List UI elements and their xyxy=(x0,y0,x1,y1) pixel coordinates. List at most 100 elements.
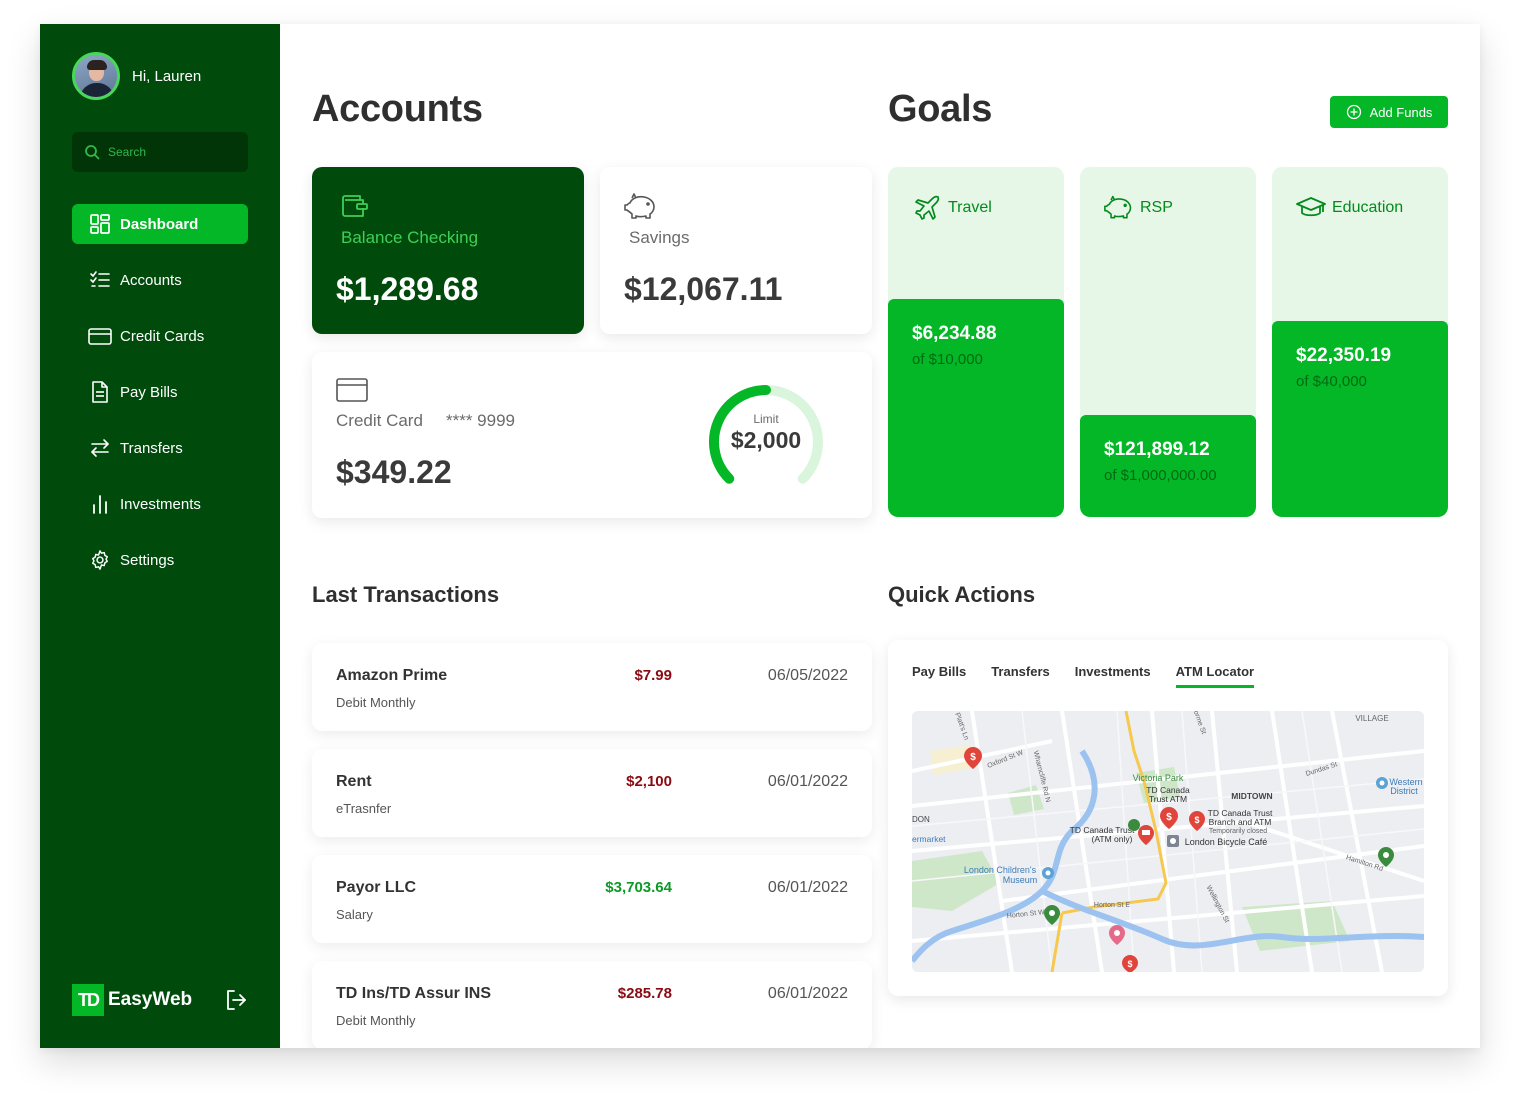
sidebar-item-dashboard[interactable]: Dashboard xyxy=(72,204,248,244)
limit-value: $2,000 xyxy=(730,427,802,453)
plus-circle-icon xyxy=(1346,104,1362,120)
dashboard-icon xyxy=(88,212,112,236)
savings-amount: $12,067.11 xyxy=(624,271,783,307)
map-label-western: District xyxy=(1390,786,1418,796)
tab-atm-locator[interactable]: ATM Locator xyxy=(1175,664,1255,688)
transaction-date: 06/01/2022 xyxy=(767,879,848,896)
user-profile[interactable]: Hi, Lauren xyxy=(72,52,201,100)
list-check-icon xyxy=(88,268,112,292)
bicycle-pin[interactable] xyxy=(1167,835,1179,847)
map-label-branch: Temporarily closed xyxy=(1209,828,1267,835)
goal-progress-fill: $121,899.12 of $1,000,000.00 xyxy=(1080,415,1256,517)
goal-name: Education xyxy=(1332,199,1404,216)
savings-card[interactable]: Savings $12,067.11 xyxy=(600,167,872,334)
credit-card-card[interactable]: Credit Card **** 9999 $349.22 Limit $2,0… xyxy=(312,352,872,518)
transaction-amount: $2,100 xyxy=(626,773,672,790)
sidebar-item-pay-bills[interactable]: Pay Bills xyxy=(72,372,248,412)
goal-progress-fill: $6,234.88 of $10,000 xyxy=(888,299,1064,517)
western-pin[interactable] xyxy=(1376,777,1388,789)
museum-pin[interactable] xyxy=(1042,867,1054,879)
goal-card-rsp[interactable]: RSP $121,899.12 of $1,000,000.00 xyxy=(1080,167,1256,517)
map-label-market: ermarket xyxy=(912,834,946,844)
logout-icon xyxy=(227,990,246,1010)
svg-text:$: $ xyxy=(1127,959,1132,969)
goal-card-travel[interactable]: Travel $6,234.88 of $10,000 xyxy=(888,167,1064,517)
td-logo: TD xyxy=(72,984,104,1016)
search-input[interactable] xyxy=(108,145,238,159)
checking-amount: $1,289.68 xyxy=(336,271,479,307)
app-window: Hi, Lauren Dashboard xyxy=(40,24,1480,1048)
credit-card-icon xyxy=(88,324,112,348)
avatar[interactable] xyxy=(72,52,120,100)
map-label-horton: Horton St E xyxy=(1094,902,1131,909)
tab-investments[interactable]: Investments xyxy=(1075,664,1151,688)
add-funds-label: Add Funds xyxy=(1369,104,1433,120)
tab-transfers[interactable]: Transfers xyxy=(991,664,1050,688)
sidebar-item-credit-cards[interactable]: Credit Cards xyxy=(72,316,248,356)
sidebar-item-label: Transfers xyxy=(120,439,183,457)
transaction-row[interactable]: TD Ins/TD Assur INS Debit Monthly $285.7… xyxy=(312,961,872,1048)
goal-target: of $1,000,000.00 xyxy=(1104,467,1217,484)
map-label-victoria-park: Victoria Park xyxy=(1133,773,1184,783)
logout-button[interactable] xyxy=(224,988,248,1012)
transaction-type: Salary xyxy=(336,907,373,922)
transaction-name: Rent xyxy=(336,773,372,790)
user-greeting: Hi, Lauren xyxy=(132,67,202,85)
quick-actions-tabs: Pay Bills Transfers Investments ATM Loca… xyxy=(912,664,1279,688)
sidebar-item-accounts[interactable]: Accounts xyxy=(72,260,248,300)
goal-card-education[interactable]: Education $22,350.19 of $40,000 xyxy=(1272,167,1448,517)
sidebar-item-label: Pay Bills xyxy=(120,383,178,401)
credit-limit-gauge: Limit $2,000 xyxy=(704,380,828,504)
transaction-date: 06/05/2022 xyxy=(767,667,848,684)
airplane-icon xyxy=(912,193,942,223)
sidebar-item-label: Credit Cards xyxy=(120,327,205,345)
wallet-icon xyxy=(342,195,368,217)
credit-card-icon xyxy=(336,378,368,402)
checking-label: Balance Checking xyxy=(341,228,479,247)
goal-amount: $121,899.12 xyxy=(1104,439,1210,460)
sidebar: Hi, Lauren Dashboard xyxy=(40,24,280,1048)
limit-label: Limit xyxy=(753,412,779,426)
transaction-row[interactable]: Rent eTrasnfer $2,100 06/01/2022 xyxy=(312,749,872,837)
map-label-don: DON xyxy=(912,815,930,824)
brand: TD EasyWeb xyxy=(72,984,192,1016)
goal-amount: $6,234.88 xyxy=(912,323,997,344)
sidebar-item-label: Settings xyxy=(120,551,175,569)
piggy-bank-icon xyxy=(1104,193,1134,223)
quick-actions-title: Quick Actions xyxy=(888,582,1036,607)
tab-pay-bills[interactable]: Pay Bills xyxy=(912,664,966,688)
transaction-name: Payor LLC xyxy=(336,879,417,896)
transaction-row[interactable]: Amazon Prime Debit Monthly $7.99 06/05/2… xyxy=(312,643,872,731)
sidebar-item-label: Investments xyxy=(120,495,201,513)
goal-progress-fill: $22,350.19 of $40,000 xyxy=(1272,321,1448,517)
map-label-branch: Branch and ATM xyxy=(1209,817,1272,827)
add-funds-button[interactable]: Add Funds xyxy=(1330,96,1448,128)
bar-chart-icon xyxy=(88,492,112,516)
graduation-cap-icon xyxy=(1296,193,1326,223)
transaction-name: Amazon Prime xyxy=(336,667,448,684)
search-box[interactable] xyxy=(72,132,248,172)
sidebar-item-label: Accounts xyxy=(120,271,182,289)
atm-map[interactable]: Victoria Park TD Canada Trust ATM MIDTOW… xyxy=(912,711,1424,972)
accounts-title: Accounts xyxy=(312,88,483,130)
transaction-type: Debit Monthly xyxy=(336,1013,416,1028)
credit-card-amount: $349.22 xyxy=(336,454,452,490)
sidebar-item-settings[interactable]: Settings xyxy=(72,540,248,580)
transaction-amount: $3,703.64 xyxy=(605,879,672,896)
map-label-museum: Museum xyxy=(1003,875,1038,885)
balance-checking-card[interactable]: Balance Checking $1,289.68 xyxy=(312,167,584,334)
sidebar-item-transfers[interactable]: Transfers xyxy=(72,428,248,468)
goal-header: RSP xyxy=(1104,193,1173,223)
credit-card-number: **** 9999 xyxy=(446,411,516,430)
sidebar-item-investments[interactable]: Investments xyxy=(72,484,248,524)
transaction-row[interactable]: Payor LLC Salary $3,703.64 06/01/2022 xyxy=(312,855,872,943)
search-icon xyxy=(85,145,100,160)
transaction-type: eTrasnfer xyxy=(336,801,392,816)
park-pin[interactable] xyxy=(1128,819,1140,831)
map-label-atm2: (ATM only) xyxy=(1092,834,1133,844)
map-label-midtown: MIDTOWN xyxy=(1231,791,1272,801)
savings-label: Savings xyxy=(629,228,690,247)
transfer-arrows-icon xyxy=(88,436,112,460)
goal-target: of $40,000 xyxy=(1296,373,1367,390)
goal-header: Travel xyxy=(912,193,992,223)
